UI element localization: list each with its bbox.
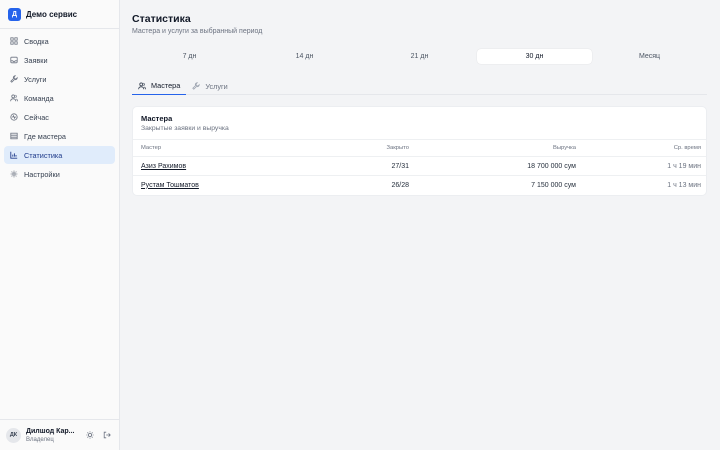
page-title: Статистика: [132, 13, 191, 25]
column-header-master[interactable]: Мастер: [141, 140, 161, 156]
period-14-days[interactable]: 14 дн: [247, 49, 362, 64]
period-21-days[interactable]: 21 дн: [362, 49, 477, 64]
user-name: Дилшод Кар...: [26, 427, 75, 435]
sidebar-item-services[interactable]: Услуги: [4, 70, 115, 88]
closed-cell: 27/31: [391, 162, 409, 170]
period-month[interactable]: Месяц: [592, 49, 707, 64]
sidebar-item-label: Заявки: [24, 55, 48, 65]
card-title: Мастера: [141, 114, 173, 123]
sidebar-nav: Сводка Заявки Услуги Команда Сейчас Где …: [4, 32, 115, 184]
avatar[interactable]: ДК: [6, 427, 21, 443]
wrench-icon: [192, 82, 200, 90]
column-header-avg-time[interactable]: Ср. время: [674, 140, 701, 156]
tab-masters[interactable]: Мастера: [132, 77, 187, 95]
logout-icon: [103, 431, 111, 439]
sidebar-item-label: Сводка: [24, 36, 49, 46]
tabs: Мастера Услуги: [132, 77, 707, 95]
tab-services[interactable]: Услуги: [186, 77, 233, 95]
theme-toggle-button[interactable]: [84, 430, 95, 441]
sidebar-bottom-divider: [0, 419, 119, 420]
closed-cell: 26/28: [391, 181, 409, 189]
table-row: Азиз Рахимов 27/31 18 700 000 сум 1 ч 19…: [133, 156, 706, 175]
brand[interactable]: Д Демо сервис: [8, 7, 116, 22]
grid-icon: [10, 37, 18, 45]
column-header-closed[interactable]: Закрыто: [387, 140, 409, 156]
sidebar-item-label: Сейчас: [24, 112, 49, 122]
masters-table: Мастер Закрыто Выручка Ср. время Азиз Ра…: [133, 139, 706, 194]
period-7-days[interactable]: 7 дн: [132, 49, 247, 64]
tab-label: Услуги: [205, 81, 228, 91]
master-link[interactable]: Рустам Тошматов: [141, 182, 199, 189]
revenue-cell: 18 700 000 сум: [527, 162, 576, 170]
sidebar-item-label: Команда: [24, 93, 54, 103]
sun-icon: [85, 431, 94, 439]
sidebar-item-label: Статистика: [24, 150, 63, 160]
sidebar-item-label: Услуги: [24, 74, 47, 84]
sidebar-item-now[interactable]: Сейчас: [4, 108, 115, 126]
sidebar-item-settings[interactable]: Настройки: [4, 165, 115, 183]
table-header: Мастер Закрыто Выручка Ср. время: [133, 139, 706, 156]
logout-button[interactable]: [101, 430, 112, 441]
wrench-icon: [10, 75, 18, 83]
sidebar-item-statistics[interactable]: Статистика: [4, 146, 115, 164]
period-30-days[interactable]: 30 дн: [477, 49, 592, 64]
inbox-icon: [10, 56, 18, 64]
master-name-cell: Рустам Тошматов: [141, 176, 199, 194]
activity-icon: [10, 113, 18, 121]
avg-time-cell: 1 ч 19 мин: [667, 162, 701, 170]
sidebar-divider: [0, 28, 119, 29]
sidebar-item-label: Настройки: [24, 169, 60, 179]
user-role: Владелец: [26, 436, 54, 443]
bar-chart-icon: [10, 151, 18, 159]
team-icon: [10, 94, 18, 102]
page-subtitle: Мастера и услуги за выбранный период: [132, 28, 263, 35]
sidebar-item-requests[interactable]: Заявки: [4, 51, 115, 69]
card-subtitle: Закрытые заявки и выручка: [141, 125, 229, 132]
sidebar-item-where-masters[interactable]: Где мастера: [4, 127, 115, 145]
sidebar: Д Демо сервис Сводка Заявки Услуги Коман…: [0, 0, 120, 450]
revenue-cell: 7 150 000 сум: [531, 181, 576, 189]
sidebar-item-team[interactable]: Команда: [4, 89, 115, 107]
period-selector: 7 дн 14 дн 21 дн 30 дн Месяц: [132, 49, 707, 66]
map-icon: [10, 132, 18, 140]
avg-time-cell: 1 ч 13 мин: [667, 181, 701, 189]
table-row: Рустам Тошматов 26/28 7 150 000 сум 1 ч …: [133, 175, 706, 194]
master-name-cell: Азиз Рахимов: [141, 157, 186, 175]
sidebar-item-summary[interactable]: Сводка: [4, 32, 115, 50]
masters-card: Мастера Закрытые заявки и выручка Мастер…: [132, 106, 707, 196]
column-header-revenue[interactable]: Выручка: [553, 140, 576, 156]
brand-logo: Д: [8, 8, 21, 21]
gear-icon: [10, 170, 18, 178]
users-icon: [138, 82, 146, 90]
tab-label: Мастера: [151, 81, 181, 90]
brand-name: Демо сервис: [26, 10, 78, 19]
sidebar-item-label: Где мастера: [24, 131, 66, 141]
master-link[interactable]: Азиз Рахимов: [141, 163, 186, 170]
user-info: Дилшод Кар... Владелец: [26, 427, 78, 444]
user-panel: ДК Дилшод Кар... Владелец: [6, 425, 116, 445]
